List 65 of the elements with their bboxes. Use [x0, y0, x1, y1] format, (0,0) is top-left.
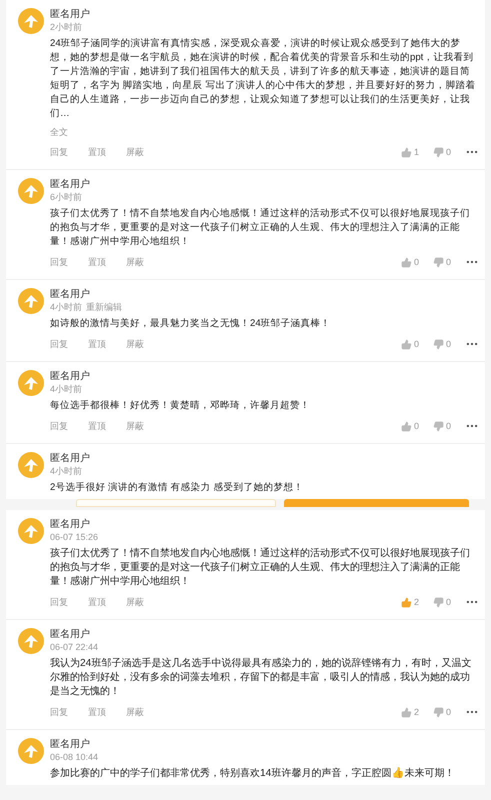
action-link[interactable]: 置顶: [88, 705, 106, 719]
user-name[interactable]: 匿名用户: [50, 8, 479, 21]
action-link[interactable]: 回复: [50, 705, 68, 719]
dislike-button[interactable]: 0: [432, 255, 451, 269]
comment-text: 参加比赛的广中的学子们都非常优秀，特别喜欢14班许馨月的声音，字正腔圆👍未来可期！: [50, 767, 456, 781]
user-name[interactable]: 匿名用户: [50, 452, 479, 465]
post-time: 2小时前: [50, 21, 82, 34]
user-name[interactable]: 匿名用户: [50, 518, 479, 531]
avatar-icon: [18, 518, 44, 544]
action-link[interactable]: 置顶: [88, 145, 106, 159]
dislike-button[interactable]: 0: [432, 419, 451, 433]
post-time: 4小时前: [50, 383, 82, 396]
full-text-link[interactable]: 全文: [50, 125, 68, 139]
user-name[interactable]: 匿名用户: [50, 628, 479, 641]
post-time: 4小时前: [50, 465, 82, 478]
comment-text: 孩子们太优秀了！情不自禁地发自内心地感慨！通过这样的活动形式不仅可以很好地展现孩子们的抱负与才华，更重要的是对这一代孩子们树立正确的人生观、伟大的理想注入了满满的正能量！感谢广州中学用心地组织！: [50, 207, 471, 249]
avatar-icon: [18, 738, 44, 764]
action-link[interactable]: 回复: [50, 337, 68, 351]
comment-text: 孩子们太优秀了！情不自禁地发自内心地感慨！通过这样的活动形式不仅可以很好地展现孩子们的抱负与才华，更重要的是对这一代孩子们树立正确的人生观、伟大的理想注入了满满的正能量！感谢广州中学用心地组织！: [50, 547, 471, 589]
comment-text: 我认为24班邹子涵选手是这几名选手中说得最具有感染力的，她的说辞铿锵有力，有时，又温文尔雅的恰到好处，没有多余的词藻去堆积，存留下的都是丰富，吸引人的情感，我认为她的成功是当之无愧的！: [50, 657, 472, 699]
edited-tag: 重新编辑: [86, 301, 122, 314]
avatar-icon: [18, 628, 44, 654]
user-name[interactable]: 匿名用户: [50, 738, 479, 751]
avatar-icon: [18, 370, 44, 396]
post-time: 06-07 22:44: [50, 641, 98, 654]
like-button[interactable]: 2: [400, 595, 419, 609]
action-link[interactable]: 置顶: [88, 419, 106, 433]
action-link[interactable]: 屏蔽: [126, 595, 144, 609]
action-link[interactable]: 回复: [50, 255, 68, 269]
comment-text: 2号选手很好 演讲的有激情 有感染力 感受到了她的梦想！: [50, 481, 304, 495]
comment-text: 24班邹子涵同学的演讲富有真情实感，深受观众喜爱，演讲的时候让观众感受到了她伟大的梦想，她的梦想是做一名宇航员，她在演讲的时候，配合着优美的背景音乐和生动的ppt，让我看到了一片浩瀚的宇宙，她讲到了我们祖国伟大的航天员，讲到了许多的航天事迹，她演讲的题目简短明了，名字为 脚踏实地，向星辰 写出了演讲人的心中伟大的梦想，并且要好好的努力，脚踏着自己的人生道路，一步一步迈向自己的梦想，让观众知道了梦想可以让我们的生活更美好，让我们…: [50, 37, 476, 121]
action-link[interactable]: 屏蔽: [126, 145, 144, 159]
dislike-button[interactable]: 0: [432, 337, 451, 351]
action-link[interactable]: 屏蔽: [126, 255, 144, 269]
like-button[interactable]: 1: [400, 145, 419, 159]
comment-text: 如诗般的激情与美好，最具魅力奖当之无愧！24班邹子涵真棒！: [50, 317, 332, 331]
like-button[interactable]: 2: [400, 705, 419, 719]
action-link[interactable]: 置顶: [88, 255, 106, 269]
post-time: 4小时前: [50, 301, 82, 314]
dislike-button[interactable]: 0: [432, 705, 451, 719]
dislike-button[interactable]: 0: [432, 595, 451, 609]
action-link[interactable]: 置顶: [88, 337, 106, 351]
comment-input[interactable]: [76, 499, 276, 507]
post-time: 06-07 15:26: [50, 531, 98, 544]
like-button[interactable]: 0: [400, 337, 419, 351]
like-button[interactable]: 0: [400, 255, 419, 269]
action-link[interactable]: 屏蔽: [126, 705, 144, 719]
user-name[interactable]: 匿名用户: [50, 370, 479, 383]
dislike-button[interactable]: 0: [432, 145, 451, 159]
post-time: 6小时前: [50, 191, 82, 204]
action-link[interactable]: 回复: [50, 595, 68, 609]
action-link[interactable]: 屏蔽: [126, 337, 144, 351]
user-name[interactable]: 匿名用户: [50, 178, 479, 191]
avatar-icon: [18, 8, 44, 34]
like-button[interactable]: 0: [400, 419, 419, 433]
comment-text: 每位选手都很棒！好优秀！黄楚晴，邓晔琦，许馨月超赞！: [50, 399, 311, 413]
action-link[interactable]: 置顶: [88, 595, 106, 609]
post-time: 06-08 10:44: [50, 751, 98, 764]
avatar-icon: [18, 178, 44, 204]
user-name[interactable]: 匿名用户: [50, 288, 479, 301]
action-link[interactable]: 回复: [50, 145, 68, 159]
avatar-icon: [18, 452, 44, 478]
action-link[interactable]: 屏蔽: [126, 419, 144, 433]
avatar-icon: [18, 288, 44, 314]
action-link[interactable]: 回复: [50, 419, 68, 433]
